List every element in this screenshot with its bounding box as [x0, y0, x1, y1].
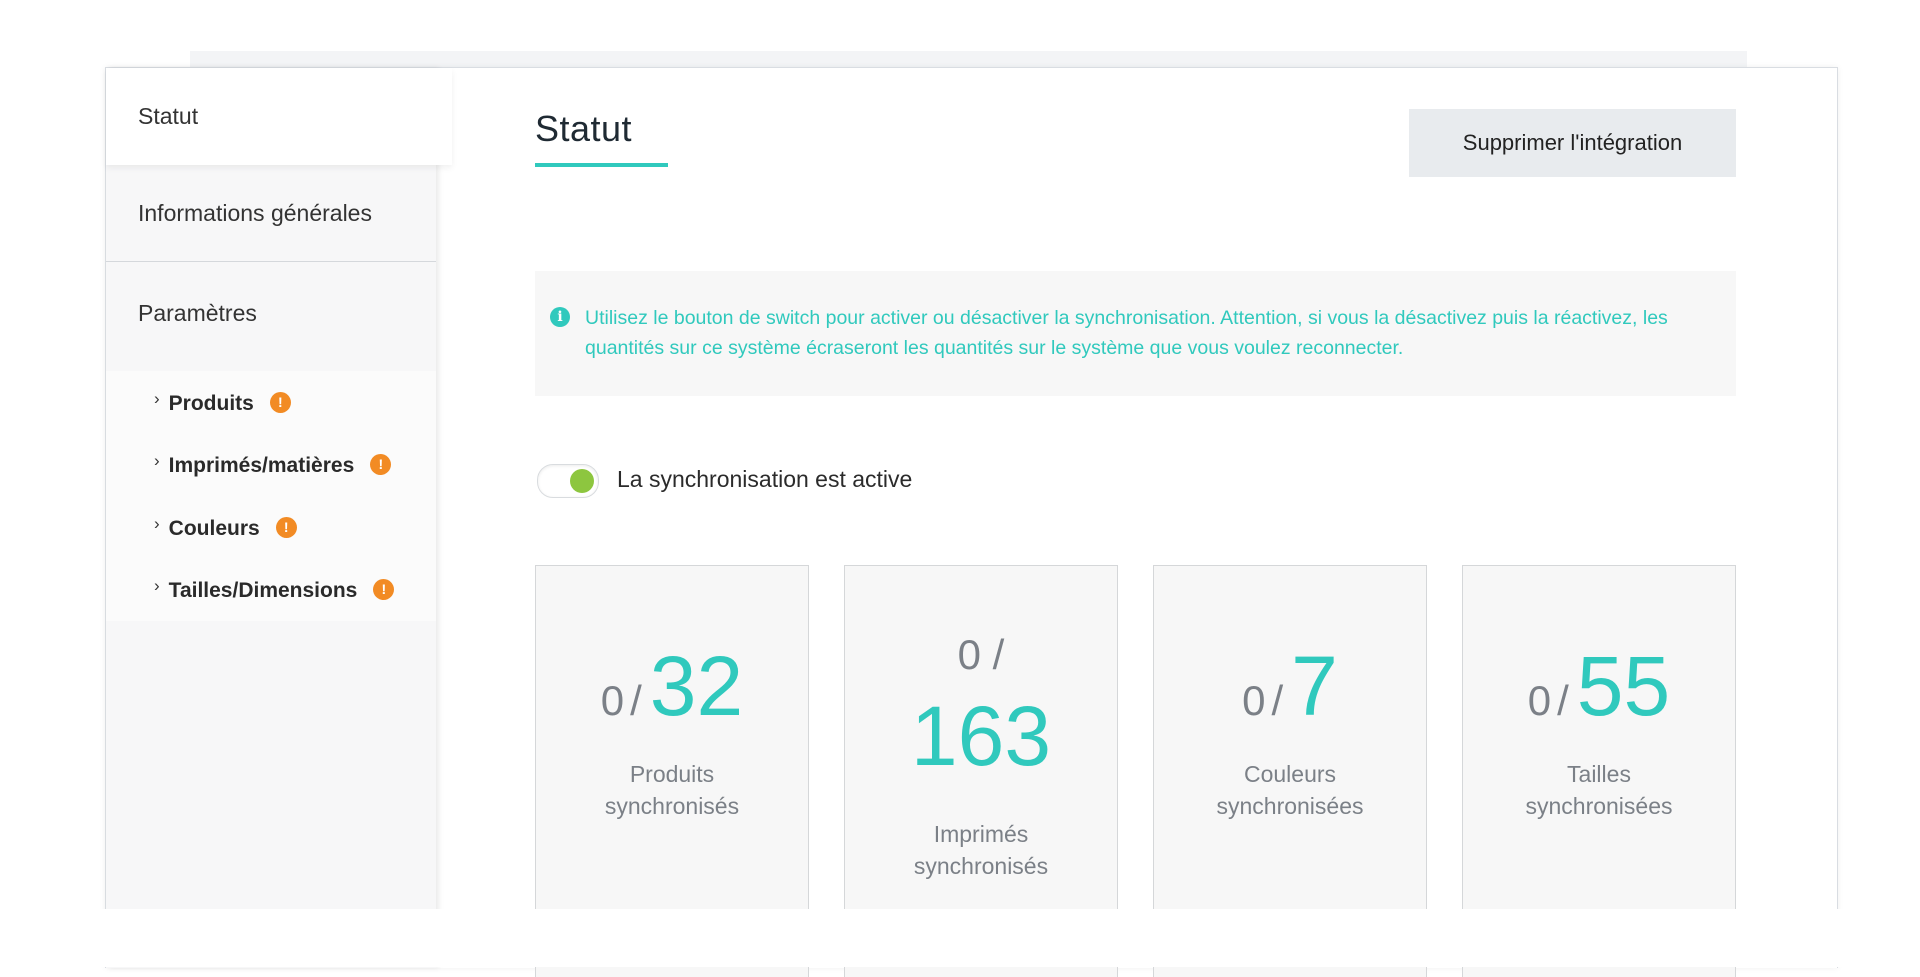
sidebar-item-label: Paramètres [138, 300, 257, 326]
synced-count: 0 [1242, 677, 1266, 724]
info-alert: i Utilisez le bouton de switch pour acti… [535, 271, 1736, 396]
count-separator: / [1271, 677, 1284, 724]
toggle-knob [570, 469, 594, 493]
chevron-right-icon: › [154, 514, 160, 533]
stat-label-line: synchronisés [604, 793, 740, 819]
total-count: 7 [1291, 639, 1338, 733]
stat-count: 0/32 [536, 638, 808, 735]
stat-count: 0/55 [1463, 638, 1735, 735]
synced-count: 0 [957, 631, 981, 678]
stat-label: Imprimés synchronisés [845, 818, 1117, 882]
sidebar-item-label: Statut [138, 103, 199, 129]
sidebar-item-informations-generales[interactable]: Informations générales [106, 165, 436, 262]
sidebar-item-statut[interactable]: Statut [106, 68, 452, 165]
parametres-submenu: › Produits ! › Imprimés/matières ! › Cou… [106, 371, 436, 621]
warning-icon: ! [370, 453, 392, 475]
stat-count-top: 0 / [845, 631, 1117, 679]
stat-label-line: Couleurs [1243, 761, 1337, 787]
info-alert-text: Utilisez le bouton de switch pour active… [585, 307, 1668, 359]
submenu-item-produits[interactable]: › Produits ! [154, 389, 291, 419]
chevron-right-icon: › [154, 576, 160, 595]
sync-toggle[interactable] [537, 464, 599, 498]
synced-count: 0 [1527, 677, 1552, 724]
sidebar: Statut Informations générales Paramètres… [106, 68, 452, 968]
stat-label: Tailles synchronisées [1463, 758, 1735, 822]
total-count: 163 [910, 689, 1052, 783]
info-icon: i [550, 307, 570, 327]
submenu-item-label: Imprimés/matières [168, 454, 355, 477]
stat-label-line: synchronisées [1525, 793, 1673, 819]
submenu-item-imprimes-matieres[interactable]: › Imprimés/matières ! [154, 451, 392, 481]
title-underline [535, 163, 668, 167]
stat-label-line: Tailles [1567, 761, 1631, 787]
total-count: 55 [1576, 639, 1671, 733]
delete-integration-button[interactable]: Supprimer l'intégration [1409, 109, 1736, 177]
stat-count: 0/7 [1154, 638, 1426, 735]
stat-label: Couleurs synchronisées [1154, 758, 1426, 822]
count-separator: / [1557, 677, 1569, 724]
sidebar-item-label: Informations générales [138, 199, 372, 226]
count-separator: / [992, 631, 1005, 678]
stat-label: Produits synchronisés [536, 758, 808, 822]
submenu-item-tailles-dimensions[interactable]: › Tailles/Dimensions ! [154, 576, 395, 606]
total-count: 32 [649, 639, 744, 733]
sync-toggle-label: La synchronisation est active [617, 466, 913, 492]
chevron-right-icon: › [154, 451, 160, 470]
synced-count: 0 [600, 677, 625, 724]
submenu-item-label: Couleurs [168, 517, 260, 540]
submenu-item-label: Tailles/Dimensions [168, 579, 358, 602]
warning-icon: ! [275, 516, 297, 538]
integration-panel: Statut Informations générales Paramètres… [105, 67, 1838, 977]
stat-label-line: synchronisées [1216, 793, 1364, 819]
chevron-right-icon: › [154, 389, 160, 408]
submenu-item-label: Produits [168, 392, 254, 415]
submenu-item-couleurs[interactable]: › Couleurs ! [154, 514, 297, 544]
page-bottom [0, 909, 1920, 967]
page-title: Statut [535, 108, 633, 149]
stat-label-line: synchronisés [913, 853, 1049, 879]
stat-label-line: Produits [629, 761, 715, 787]
warning-icon: ! [269, 391, 291, 413]
warning-icon: ! [373, 578, 395, 600]
count-separator: / [630, 677, 642, 724]
sidebar-item-parametres[interactable]: Paramètres [106, 265, 436, 362]
stat-label-line: Imprimés [933, 821, 1029, 847]
